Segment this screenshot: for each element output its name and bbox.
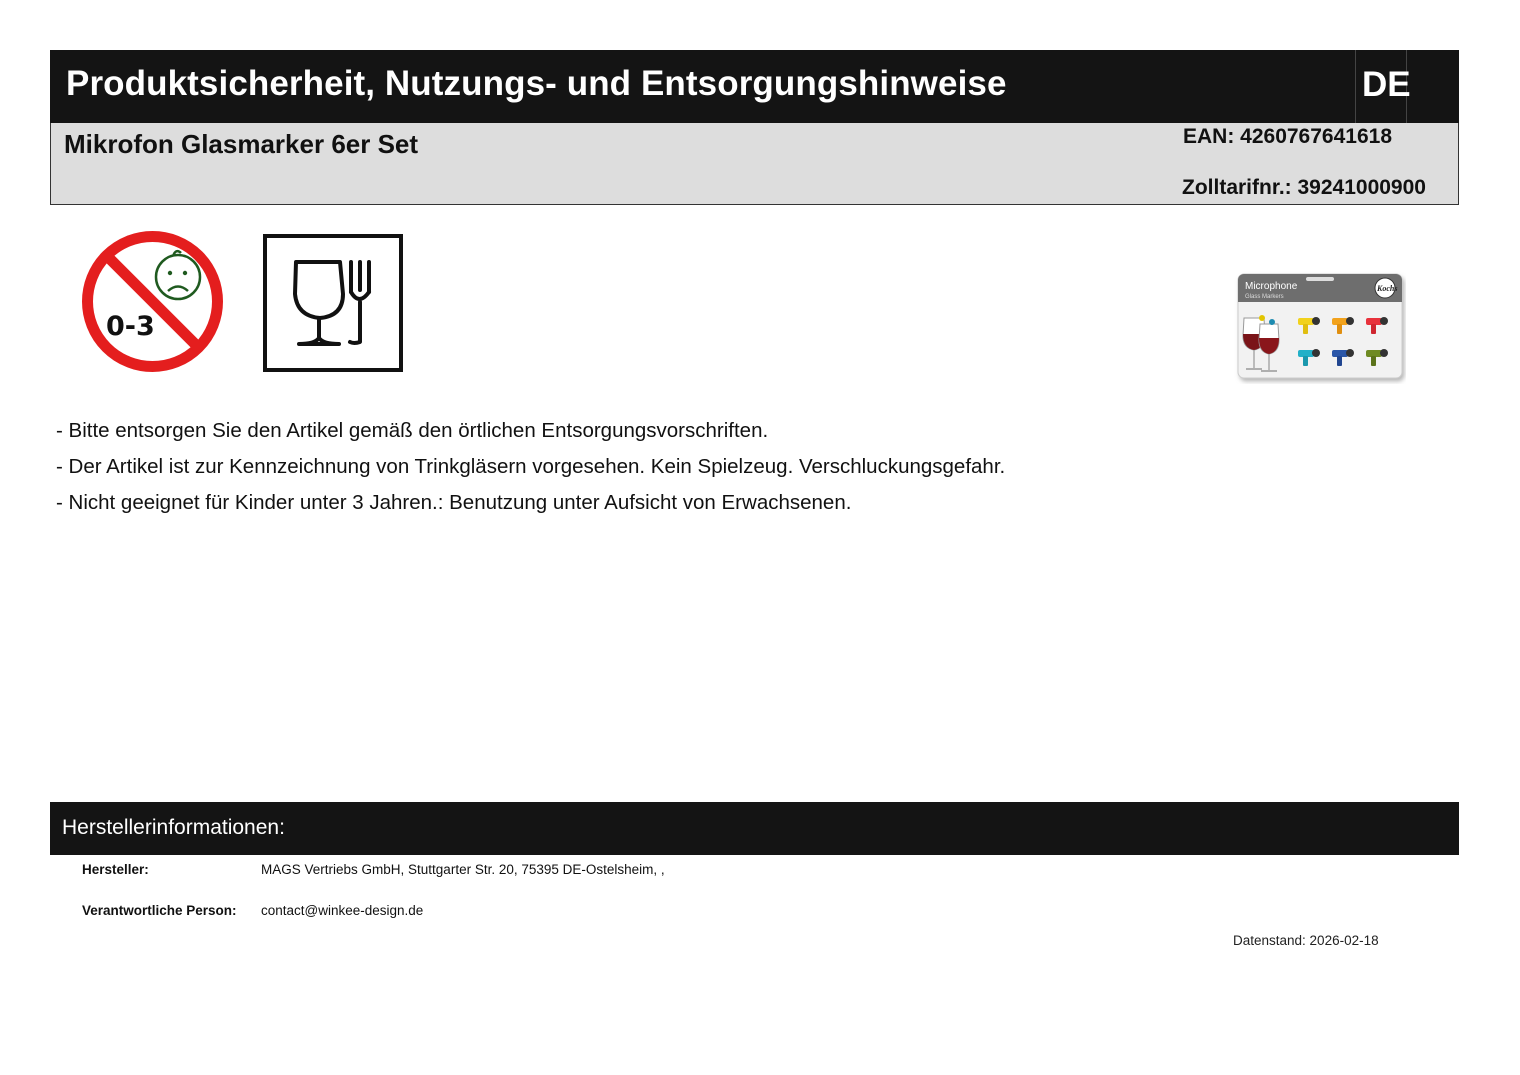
data-date: Datenstand: 2026-02-18: [1233, 933, 1379, 948]
hersteller-label: Hersteller:: [82, 862, 149, 877]
package-title: Microphone: [1245, 281, 1298, 292]
product-package-image: Microphone Glass Markers Kochs: [1237, 273, 1403, 379]
list-item: - Bitte entsorgen Sie den Artikel gemäß …: [56, 419, 769, 442]
manufacturer-section-title: Herstellerinformationen:: [62, 816, 285, 839]
customs-tariff-number: Zolltarifnr.: 39241000900: [1182, 176, 1426, 199]
language-label: DE: [1362, 65, 1411, 104]
safety-notes-list: - Bitte entsorgen Sie den Artikel gemäß …: [56, 413, 1005, 521]
responsible-person-email: contact@winkee-design.de: [261, 903, 424, 918]
hersteller-value: MAGS Vertriebs GmbH, Stuttgarter Str. 20…: [261, 862, 665, 877]
page-title: Produktsicherheit, Nutzungs- und Entsorg…: [66, 64, 1007, 103]
header-bar: Produktsicherheit, Nutzungs- und Entsorg…: [50, 50, 1459, 123]
not-for-children-0-3-icon: 0-3: [82, 231, 223, 372]
language-box: DE: [1355, 50, 1411, 123]
package-brand-logo: Kochs: [1376, 284, 1397, 293]
product-name: Mikrofon Glasmarker 6er Set: [64, 129, 419, 159]
glass-fork-food-safe-icon: [263, 234, 403, 372]
ean-number: EAN: 4260767641618: [1183, 125, 1392, 148]
responsible-person-label: Verantwortliche Person:: [82, 903, 237, 918]
product-info-bar: Mikrofon Glasmarker 6er Set EAN: 4260767…: [50, 123, 1459, 205]
list-item: - Der Artikel ist zur Kennzeichnung von …: [56, 455, 1006, 478]
package-subtitle: Glass Markers: [1245, 294, 1284, 300]
manufacturer-section-bar: Herstellerinformationen:: [50, 802, 1459, 855]
age-range-label: 0-3: [106, 311, 155, 342]
list-item: - Nicht geeignet für Kinder unter 3 Jahr…: [56, 491, 852, 514]
